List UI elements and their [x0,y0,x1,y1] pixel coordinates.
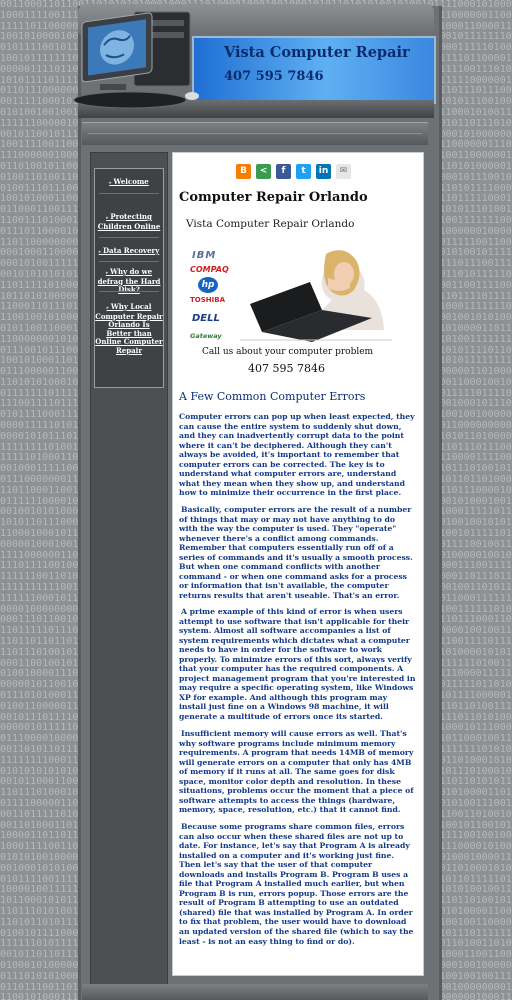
brand-gateway: Gateway [190,332,222,340]
divider [99,261,159,262]
navigation-bar [82,122,428,145]
footer-bar [82,984,428,1000]
call-to-action: Call us about your computer problem [202,347,374,357]
paragraph: Computer errors can pop up when least ex… [179,412,415,498]
sidebar-item-label: Data Recovery [102,246,160,255]
sidebar-item-label: Welcome [113,177,149,186]
computer-logo-icon [73,11,199,109]
facebook-icon[interactable]: f [276,164,291,179]
sidebar-item-local-repair[interactable]: ▸ Why Local Computer Repair Orlando Is B… [95,302,163,355]
cta-phone: 407 595 7846 [248,362,325,375]
sidebar-item-label: Why Local Computer Repair Orlando Is Bet… [95,302,163,355]
site-title: Vista Computer Repair [224,44,410,61]
divider [99,291,159,292]
brand-hp: hp [198,277,218,293]
brand-toshiba: TOSHIBA [190,296,225,304]
paragraph: Basically, computer errors are the resul… [179,505,413,600]
sidebar-nav: ▸ Welcome ▸ Protecting Children Online ▸… [94,168,164,388]
divider [99,237,159,238]
sidebar-item-data-recovery[interactable]: ▸ Data Recovery [95,246,163,257]
image-heading: Vista Computer Repair Orlando [186,218,355,230]
paragraph: Insufficient memory will cause errors as… [179,729,414,815]
sidebar-item-protecting-children[interactable]: ▸ Protecting Children Online [95,212,163,231]
share-icon[interactable]: < [256,164,271,179]
linkedin-icon[interactable]: in [316,164,331,179]
header-phone: 407 595 7846 [224,69,324,84]
email-icon[interactable]: ✉ [336,164,351,179]
frustrated-user-image [240,250,392,342]
section-heading: A Few Common Computer Errors [179,390,366,403]
brand-ibm: IBM [192,250,217,261]
twitter-icon[interactable]: t [296,164,311,179]
brand-compaq: COMPAQ [190,265,229,274]
divider [99,193,159,194]
brand-dell: DELL [192,313,220,324]
paragraph: A prime example of this kind of error is… [179,607,416,722]
paragraph: Because some programs share common files… [179,822,414,946]
page-title: Computer Repair Orlando [179,190,368,205]
sidebar-item-welcome[interactable]: ▸ Welcome [95,177,163,188]
blogger-icon[interactable]: B [236,164,251,179]
share-toolbar: B < f t in ✉ [236,164,351,180]
